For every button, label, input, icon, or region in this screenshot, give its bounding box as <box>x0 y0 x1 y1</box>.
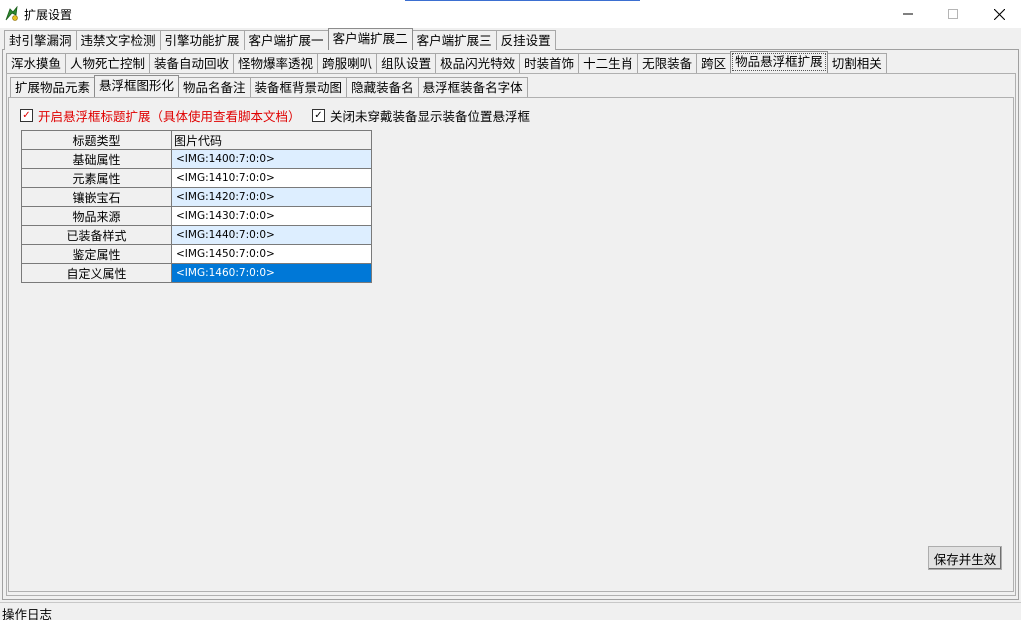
tab-cross-server-horn[interactable]: 跨服喇叭 <box>317 53 378 73</box>
table-row[interactable]: 鉴定属性 <IMG:1450:7:0:0> <box>21 244 372 264</box>
tab-anti-cheat[interactable]: 反挂设置 <box>495 30 556 50</box>
save-apply-button[interactable]: 保存并生效 <box>928 546 1002 570</box>
tab-death-control[interactable]: 人物死亡控制 <box>65 53 151 73</box>
row-type-cell: 已装备样式 <box>21 225 172 245</box>
tab-tooltip-graphics[interactable]: 悬浮框图形化 <box>94 75 180 97</box>
tab-fashion[interactable]: 时装首饰 <box>519 53 580 73</box>
app-logo-icon <box>4 5 20 22</box>
tab-row-inner: 扩展物品元素 悬浮框图形化 物品名备注 装备框背景动图 隐藏装备名 悬浮框装备名… <box>10 75 528 97</box>
table-row[interactable]: 元素属性 <IMG:1410:7:0:0> <box>21 168 372 188</box>
tab-tooltip-font[interactable]: 悬浮框装备名字体 <box>417 77 528 97</box>
tab-row-main: 封引擎漏洞 违禁文字检测 引擎功能扩展 客户端扩展一 客户端扩展二 客户端扩展三… <box>4 28 556 50</box>
table-row-selected[interactable]: 自定义属性 <IMG:1460:7:0:0> <box>21 263 372 283</box>
enable-title-ext-checkbox[interactable]: ✓ 开启悬浮框标题扩展（具体使用查看脚本文档） <box>20 106 301 125</box>
row-type-cell: 自定义属性 <box>21 263 172 283</box>
table-header-row: 标题类型 图片代码 <box>21 130 372 150</box>
maximize-button[interactable] <box>930 0 976 28</box>
table-row[interactable]: 镶嵌宝石 <IMG:1420:7:0:0> <box>21 187 372 207</box>
tab-team-settings[interactable]: 组队设置 <box>376 53 437 73</box>
tab-drop-rate[interactable]: 怪物爆率透视 <box>233 53 319 73</box>
row-code-cell[interactable]: <IMG:1410:7:0:0> <box>171 168 372 188</box>
row-code-cell[interactable]: <IMG:1420:7:0:0> <box>171 187 372 207</box>
tab-item-note[interactable]: 物品名备注 <box>178 77 251 97</box>
minimize-button[interactable] <box>885 0 931 28</box>
table-row[interactable]: 基础属性 <IMG:1400:7:0:0> <box>21 149 372 169</box>
tab-item-tooltip-ext[interactable]: 物品悬浮框扩展 <box>730 51 828 73</box>
tab-auto-recycle[interactable]: 装备自动回收 <box>149 53 235 73</box>
tab-flash-effect[interactable]: 极品闪光特效 <box>435 53 521 73</box>
row-code-cell[interactable]: <IMG:1430:7:0:0> <box>171 206 372 226</box>
row-type-cell: 物品来源 <box>21 206 172 226</box>
tab-hide-equip-name[interactable]: 隐藏装备名 <box>346 77 419 97</box>
status-bar: 操作日志 <box>0 602 1021 620</box>
table-row[interactable]: 已装备样式 <IMG:1440:7:0:0> <box>21 225 372 245</box>
row-code-cell[interactable]: <IMG:1440:7:0:0> <box>171 225 372 245</box>
tab-client-ext-2[interactable]: 客户端扩展二 <box>327 28 413 50</box>
operation-log-label: 操作日志 <box>2 607 53 620</box>
close-unworn-label: 关闭未穿戴装备显示装备位置悬浮框 <box>330 109 531 124</box>
tab-client-ext-3[interactable]: 客户端扩展三 <box>411 30 497 50</box>
checkbox-check-icon[interactable]: ✓ <box>20 109 33 122</box>
tab-unlimited-equip[interactable]: 无限装备 <box>637 53 698 73</box>
tab-word-filter[interactable]: 违禁文字检测 <box>75 30 161 50</box>
row-type-cell: 鉴定属性 <box>21 244 172 264</box>
title-bar: 扩展设置 <box>0 0 1021 28</box>
column-header-type[interactable]: 标题类型 <box>21 130 172 150</box>
tab-hunshui[interactable]: 浑水摸鱼 <box>6 53 67 73</box>
column-header-code[interactable]: 图片代码 <box>171 130 372 150</box>
row-code-cell[interactable]: <IMG:1460:7:0:0> <box>171 263 372 283</box>
tab-cross-zone[interactable]: 跨区 <box>696 53 732 73</box>
row-type-cell: 元素属性 <box>21 168 172 188</box>
tab-engine-fix[interactable]: 封引擎漏洞 <box>4 30 77 50</box>
row-type-cell: 镶嵌宝石 <box>21 187 172 207</box>
close-button[interactable] <box>976 0 1021 28</box>
enable-title-ext-label: 开启悬浮框标题扩展（具体使用查看脚本文档） <box>38 109 301 124</box>
tab-row-sub: 浑水摸鱼 人物死亡控制 装备自动回收 怪物爆率透视 跨服喇叭 组队设置 极品闪光… <box>6 51 887 73</box>
table-row[interactable]: 物品来源 <IMG:1430:7:0:0> <box>21 206 372 226</box>
client-area: 封引擎漏洞 违禁文字检测 引擎功能扩展 客户端扩展一 客户端扩展二 客户端扩展三… <box>0 28 1021 602</box>
tab-zodiac[interactable]: 十二生肖 <box>578 53 639 73</box>
checkbox-check-icon[interactable]: ✓ <box>312 109 325 122</box>
tab-equip-bg-anim[interactable]: 装备框背景动图 <box>249 77 348 97</box>
title-image-table: 标题类型 图片代码 基础属性 <IMG:1400:7:0:0> 元素属性 <IM… <box>21 130 372 283</box>
tab-item-elements[interactable]: 扩展物品元素 <box>10 77 96 97</box>
close-unworn-checkbox[interactable]: ✓ 关闭未穿戴装备显示装备位置悬浮框 <box>312 106 530 125</box>
row-code-cell[interactable]: <IMG:1400:7:0:0> <box>171 149 372 169</box>
tab-cutting[interactable]: 切割相关 <box>826 53 887 73</box>
tab-client-ext-1[interactable]: 客户端扩展一 <box>243 30 329 50</box>
row-type-cell: 基础属性 <box>21 149 172 169</box>
window-title: 扩展设置 <box>24 8 73 22</box>
tab-engine-ext[interactable]: 引擎功能扩展 <box>159 30 245 50</box>
row-code-cell[interactable]: <IMG:1450:7:0:0> <box>171 244 372 264</box>
